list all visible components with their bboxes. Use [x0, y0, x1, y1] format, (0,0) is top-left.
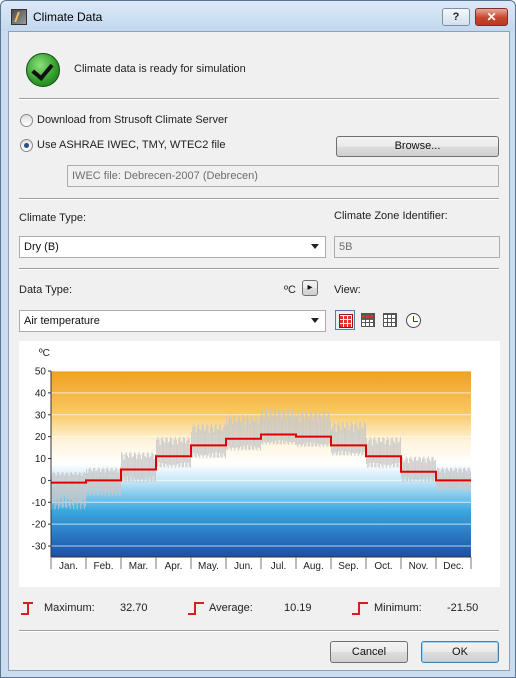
file-info-field: IWEC file: Debrecen-2007 (Debrecen): [67, 165, 499, 187]
y-tick-label: 0: [40, 476, 46, 487]
checkmark-icon: [26, 53, 60, 87]
y-tick-label: -20: [32, 520, 47, 531]
y-tick-label: 20: [35, 432, 47, 443]
app-icon: [11, 9, 27, 25]
x-tick-label: Jan.: [59, 561, 78, 572]
radio-server-label[interactable]: Download from Strusoft Climate Server: [37, 114, 228, 126]
x-tick-label: Feb.: [93, 561, 113, 572]
divider: [19, 268, 499, 270]
radio-server[interactable]: [20, 114, 33, 127]
x-tick-label: Apr.: [165, 561, 183, 572]
y-tick-label: -30: [32, 542, 47, 553]
unit-label: ºC: [284, 284, 296, 296]
dialog-content: Climate data is ready for simulation Dow…: [8, 31, 510, 671]
close-button[interactable]: ✕: [475, 8, 508, 26]
view-monthly-button[interactable]: [335, 310, 355, 330]
climate-zone-label: Climate Zone Identifier:: [334, 210, 448, 222]
climate-type-label: Climate Type:: [19, 212, 87, 224]
data-type-value: Air temperature: [24, 315, 100, 327]
climate-type-value: Dry (B): [24, 241, 59, 253]
radio-file-label[interactable]: Use ASHRAE IWEC, TMY, WTEC2 file: [37, 139, 225, 151]
view-label: View:: [334, 284, 361, 296]
climate-type-select[interactable]: Dry (B): [19, 236, 326, 258]
x-tick-label: Dec.: [443, 561, 464, 572]
x-tick-label: Jul.: [271, 561, 287, 572]
y-tick-label: 30: [35, 410, 47, 421]
grid-icon: [383, 313, 397, 327]
x-tick-label: Aug.: [303, 561, 324, 572]
x-tick-label: May.: [198, 561, 219, 572]
title-bar[interactable]: Climate Data ? ✕: [1, 1, 515, 31]
x-tick-label: Jun.: [234, 561, 253, 572]
maximum-icon: [21, 602, 37, 616]
grid-half-icon: [361, 313, 375, 327]
chevron-down-icon: [311, 244, 319, 249]
view-daily-button[interactable]: [358, 310, 378, 330]
x-tick-label: Mar.: [129, 561, 148, 572]
minimum-label: Minimum:: [374, 602, 422, 614]
y-tick-label: 10: [35, 454, 47, 465]
x-tick-label: Oct.: [374, 561, 392, 572]
divider: [19, 630, 499, 632]
help-button[interactable]: ?: [442, 8, 470, 26]
divider: [19, 198, 499, 200]
view-clock-button[interactable]: [403, 310, 423, 330]
climate-data-dialog: Climate Data ? ✕ Climate data is ready f…: [0, 0, 516, 678]
average-icon: [188, 602, 204, 616]
status-message: Climate data is ready for simulation: [74, 63, 246, 75]
y-tick-label: 40: [35, 388, 47, 399]
climate-zone-field: 5B: [334, 236, 500, 258]
x-tick-label: Nov.: [409, 561, 429, 572]
ok-button[interactable]: OK: [421, 641, 499, 663]
window-title: Climate Data: [33, 10, 103, 24]
unit-toggle-button[interactable]: ▸: [302, 280, 318, 296]
data-type-select[interactable]: Air temperature: [19, 310, 326, 332]
maximum-label: Maximum:: [44, 602, 95, 614]
grid-red-icon: [339, 314, 353, 328]
y-tick-label: 50: [35, 367, 47, 378]
cancel-button[interactable]: Cancel: [330, 641, 408, 663]
data-type-label: Data Type:: [19, 284, 72, 296]
chart-svg: ºC 50 40 30 20 10 0 -10 -20 -30 Jan. Feb. Mar. Apr. Ma…: [32, 348, 472, 572]
maximum-value: 32.70: [120, 602, 148, 614]
minimum-icon: [352, 602, 368, 616]
browse-button[interactable]: Browse...: [336, 136, 499, 157]
divider: [19, 98, 499, 100]
chart-background: [51, 371, 471, 557]
minimum-value: -21.50: [447, 602, 479, 614]
view-hourly-button[interactable]: [380, 310, 400, 330]
clock-icon: [406, 313, 421, 328]
y-axis-unit-label: ºC: [39, 348, 50, 359]
radio-file[interactable]: [20, 139, 33, 152]
y-tick-label: -10: [32, 498, 47, 509]
average-value: 10.19: [284, 602, 312, 614]
x-tick-label: Sep.: [338, 561, 359, 572]
chevron-down-icon: [311, 318, 319, 323]
temperature-chart: ºC 50 40 30 20 10 0 -10 -20 -30 Jan. Feb. Mar. Apr. Ma…: [19, 341, 500, 587]
average-label: Average:: [209, 602, 253, 614]
